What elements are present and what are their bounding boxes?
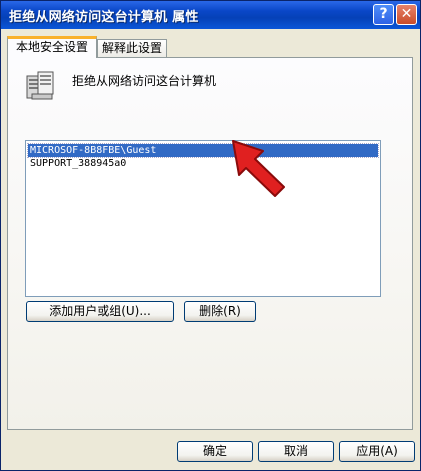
- server-icon: [26, 71, 54, 100]
- list-item[interactable]: SUPPORT_388945a0: [28, 157, 378, 170]
- properties-dialog: 拒绝从网络访问这台计算机 属性 ? ✕ 本地安全设置 解释此设置 拒绝从网络访问…: [0, 0, 421, 471]
- remove-button[interactable]: 删除(R): [184, 301, 256, 322]
- list-item[interactable]: MICROSOF-8B8FBE\Guest: [27, 143, 379, 158]
- help-icon: ?: [379, 6, 388, 22]
- close-icon: ✕: [400, 6, 413, 22]
- tab-local-security-setting[interactable]: 本地安全设置: [7, 36, 97, 58]
- cancel-button[interactable]: 取消: [258, 441, 334, 462]
- close-button[interactable]: ✕: [396, 4, 417, 25]
- red-arrow-icon: [232, 140, 285, 197]
- tab-explain-setting[interactable]: 解释此设置: [97, 39, 167, 57]
- ok-button[interactable]: 确定: [177, 441, 253, 462]
- title-bar[interactable]: 拒绝从网络访问这台计算机 属性 ? ✕: [1, 1, 420, 29]
- window-title: 拒绝从网络访问这台计算机 属性: [9, 10, 199, 25]
- apply-button[interactable]: 应用(A): [339, 441, 415, 462]
- add-user-or-group-button[interactable]: 添加用户或组(U)...: [26, 301, 174, 322]
- user-list[interactable]: MICROSOF-8B8FBE\Guest SUPPORT_388945a0: [25, 140, 381, 297]
- policy-name: 拒绝从网络访问这台计算机: [72, 74, 217, 88]
- help-button[interactable]: ?: [373, 4, 394, 25]
- tab-panel: 拒绝从网络访问这台计算机 MICROSOF-8B8FBE\Guest SUPPO…: [7, 57, 413, 430]
